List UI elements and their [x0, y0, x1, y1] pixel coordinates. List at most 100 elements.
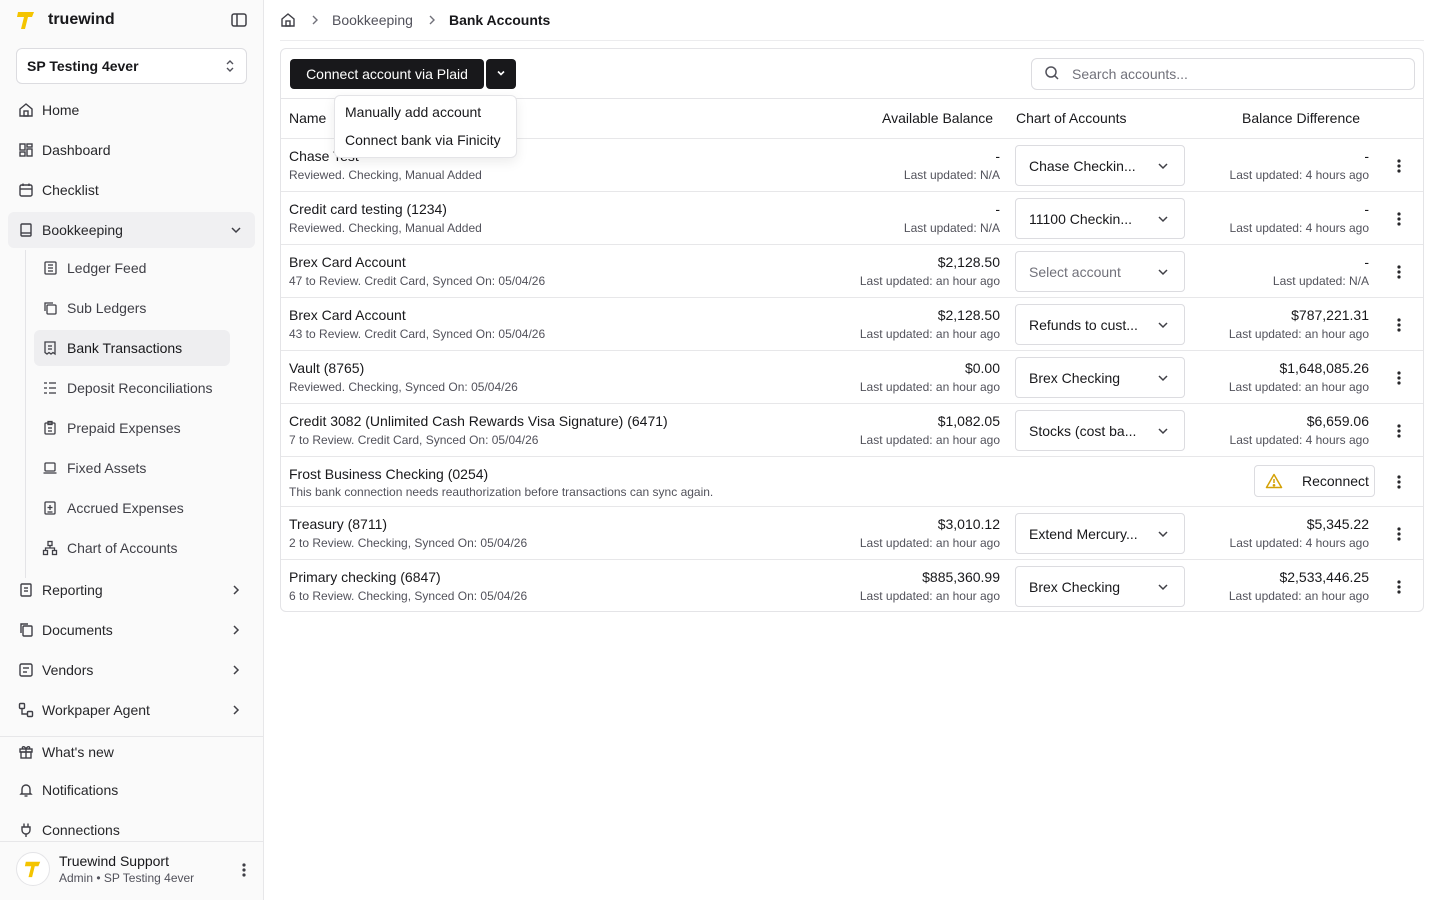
table-row[interactable]: Credit 3082 (Unlimited Cash Rewards Visa…	[281, 403, 1423, 456]
column-header-chart-of-accounts[interactable]: Chart of Accounts	[1016, 110, 1127, 126]
more-vertical-icon[interactable]	[1394, 370, 1404, 386]
nav-item-workpaper-agent[interactable]: Workpaper Agent	[8, 692, 255, 728]
account-detail: 47 to Review. Credit Card, Synced On: 05…	[289, 274, 546, 288]
table-row[interactable]: Primary checking (6847) 6 to Review. Che…	[281, 559, 1423, 612]
account-detail: 43 to Review. Credit Card, Synced On: 05…	[289, 327, 546, 341]
chart-of-accounts-select[interactable]: 11100 Checkin...	[1015, 198, 1185, 239]
account-name[interactable]: Credit card testing (1234)	[289, 201, 447, 217]
account-name[interactable]: Frost Business Checking (0254)	[289, 466, 488, 482]
account-detail: 2 to Review. Checking, Synced On: 05/04/…	[289, 536, 528, 550]
submenu-guide-line	[25, 250, 26, 578]
chevron-down-icon	[229, 223, 243, 237]
connect-options-menu: Manually add account Connect bank via Fi…	[334, 95, 517, 158]
brand[interactable]: truewind	[16, 8, 115, 32]
account-name[interactable]: Vault (8765)	[289, 360, 364, 376]
nav-item-documents[interactable]: Documents	[8, 612, 255, 648]
more-vertical-icon[interactable]	[1394, 474, 1404, 490]
nav-item-notifications[interactable]: Notifications	[8, 772, 255, 808]
connect-plaid-button[interactable]: Connect account via Plaid	[290, 59, 484, 89]
sidebar-item-chart-of-accounts[interactable]: Chart of Accounts	[34, 530, 230, 566]
nav-item-vendors[interactable]: Vendors	[8, 652, 255, 688]
table-row[interactable]: Credit card testing (1234) Reviewed. Che…	[281, 191, 1423, 244]
chart-of-accounts-select[interactable]: Select account	[1015, 251, 1185, 292]
home-icon[interactable]	[280, 12, 296, 28]
chart-of-accounts-select[interactable]: Stocks (cost ba...	[1015, 410, 1185, 451]
difference-updated: Last updated: N/A	[1272, 274, 1369, 288]
difference-updated: Last updated: an hour ago	[1228, 380, 1369, 394]
more-vertical-icon[interactable]	[1394, 211, 1404, 227]
home-icon	[18, 102, 34, 118]
nav-item-connections[interactable]: Connections	[8, 812, 255, 848]
connect-options-dropdown-button[interactable]	[486, 59, 516, 89]
sidebar-item-deposit-reconciliations[interactable]: Deposit Reconciliations	[34, 370, 230, 406]
more-vertical-icon[interactable]	[242, 862, 246, 878]
nav-item-home[interactable]: Home	[8, 92, 255, 128]
reconnect-button[interactable]: Reconnect	[1254, 465, 1375, 497]
organization-select[interactable]: SP Testing 4ever	[16, 48, 247, 84]
balance-updated: Last updated: N/A	[903, 168, 1000, 182]
chart-of-accounts-select[interactable]: Brex Checking	[1015, 357, 1185, 398]
reauthorization-message: This bank connection needs reauthorizati…	[289, 485, 714, 499]
chevron-up-down-icon	[223, 59, 237, 73]
chevron-down-icon	[1156, 371, 1170, 385]
sidebar-item-label: Chart of Accounts	[67, 540, 178, 556]
more-vertical-icon[interactable]	[1394, 526, 1404, 542]
column-header-name[interactable]: Name	[289, 110, 326, 126]
search-box[interactable]	[1031, 58, 1415, 90]
more-vertical-icon[interactable]	[1394, 158, 1404, 174]
nav-item-reporting[interactable]: Reporting	[8, 572, 255, 608]
more-vertical-icon[interactable]	[1394, 264, 1404, 280]
chart-of-accounts-select[interactable]: Brex Checking	[1015, 566, 1185, 607]
sidebar-item-ledger-feed[interactable]: Ledger Feed	[34, 250, 230, 286]
menu-item-manually-add-account[interactable]: Manually add account	[345, 104, 481, 120]
available-balance: $2,128.50	[937, 254, 1000, 270]
chart-of-accounts-select[interactable]: Extend Mercury...	[1015, 513, 1185, 554]
chart-of-accounts-value: Chase Checkin...	[1029, 157, 1136, 174]
more-vertical-icon[interactable]	[1394, 579, 1404, 595]
table-row-reauth[interactable]: Frost Business Checking (0254) This bank…	[281, 456, 1423, 506]
sidebar-item-fixed-assets[interactable]: Fixed Assets	[34, 450, 230, 486]
table-row[interactable]: Brex Card Account 43 to Review. Credit C…	[281, 297, 1423, 350]
sidebar-item-accrued-expenses[interactable]: Accrued Expenses	[34, 490, 230, 526]
column-header-available-balance[interactable]: Available Balance	[882, 110, 993, 126]
search-icon	[1044, 65, 1060, 84]
nav-item-label: Checklist	[42, 182, 99, 198]
sidebar-toggle-icon[interactable]	[230, 11, 248, 29]
chevron-down-icon	[1156, 265, 1170, 279]
sidebar-item-label: Prepaid Expenses	[67, 420, 181, 436]
chart-of-accounts-value: Brex Checking	[1029, 578, 1121, 595]
nav-item-checklist[interactable]: Checklist	[8, 172, 255, 208]
nav-item-dashboard[interactable]: Dashboard	[8, 132, 255, 168]
user-name: Truewind Support	[59, 853, 169, 869]
balance-difference: $787,221.31	[1291, 307, 1369, 323]
sidebar-item-bank-transactions[interactable]: Bank Transactions	[34, 330, 230, 366]
column-header-balance-difference[interactable]: Balance Difference	[1242, 110, 1360, 126]
balance-updated: Last updated: an hour ago	[859, 589, 1000, 603]
more-vertical-icon[interactable]	[1394, 423, 1404, 439]
account-name[interactable]: Primary checking (6847)	[289, 569, 441, 585]
table-row[interactable]: Treasury (8711) 2 to Review. Checking, S…	[281, 506, 1423, 559]
dashboard-icon	[18, 142, 34, 158]
sidebar-item-prepaid-expenses[interactable]: Prepaid Expenses	[34, 410, 230, 446]
breadcrumb-current: Bank Accounts	[448, 12, 551, 28]
user-card[interactable]: Truewind Support Admin • SP Testing 4eve…	[16, 846, 256, 892]
breadcrumb-bookkeeping[interactable]: Bookkeeping	[332, 12, 413, 28]
more-vertical-icon[interactable]	[1394, 317, 1404, 333]
breadcrumb: Bookkeeping Bank Accounts	[280, 10, 550, 30]
chevron-right-icon	[229, 703, 243, 717]
sidebar-item-sub-ledgers[interactable]: Sub Ledgers	[34, 290, 230, 326]
account-name[interactable]: Credit 3082 (Unlimited Cash Rewards Visa…	[289, 413, 668, 429]
nav-item-whats-new[interactable]: What's new	[8, 734, 255, 770]
table-row[interactable]: Vault (8765) Reviewed. Checking, Synced …	[281, 350, 1423, 403]
search-input[interactable]	[1072, 66, 1392, 82]
chart-of-accounts-select[interactable]: Refunds to cust...	[1015, 304, 1185, 345]
table-row[interactable]: Brex Card Account 47 to Review. Credit C…	[281, 244, 1423, 297]
nav-item-bookkeeping[interactable]: Bookkeeping	[8, 212, 255, 248]
account-name[interactable]: Treasury (8711)	[289, 516, 387, 532]
chevron-down-icon	[1156, 527, 1170, 541]
account-name[interactable]: Brex Card Account	[289, 307, 406, 323]
account-name[interactable]: Brex Card Account	[289, 254, 406, 270]
sidebar-divider	[0, 841, 263, 842]
menu-item-connect-finicity[interactable]: Connect bank via Finicity	[345, 132, 501, 148]
chart-of-accounts-select[interactable]: Chase Checkin...	[1015, 145, 1185, 186]
